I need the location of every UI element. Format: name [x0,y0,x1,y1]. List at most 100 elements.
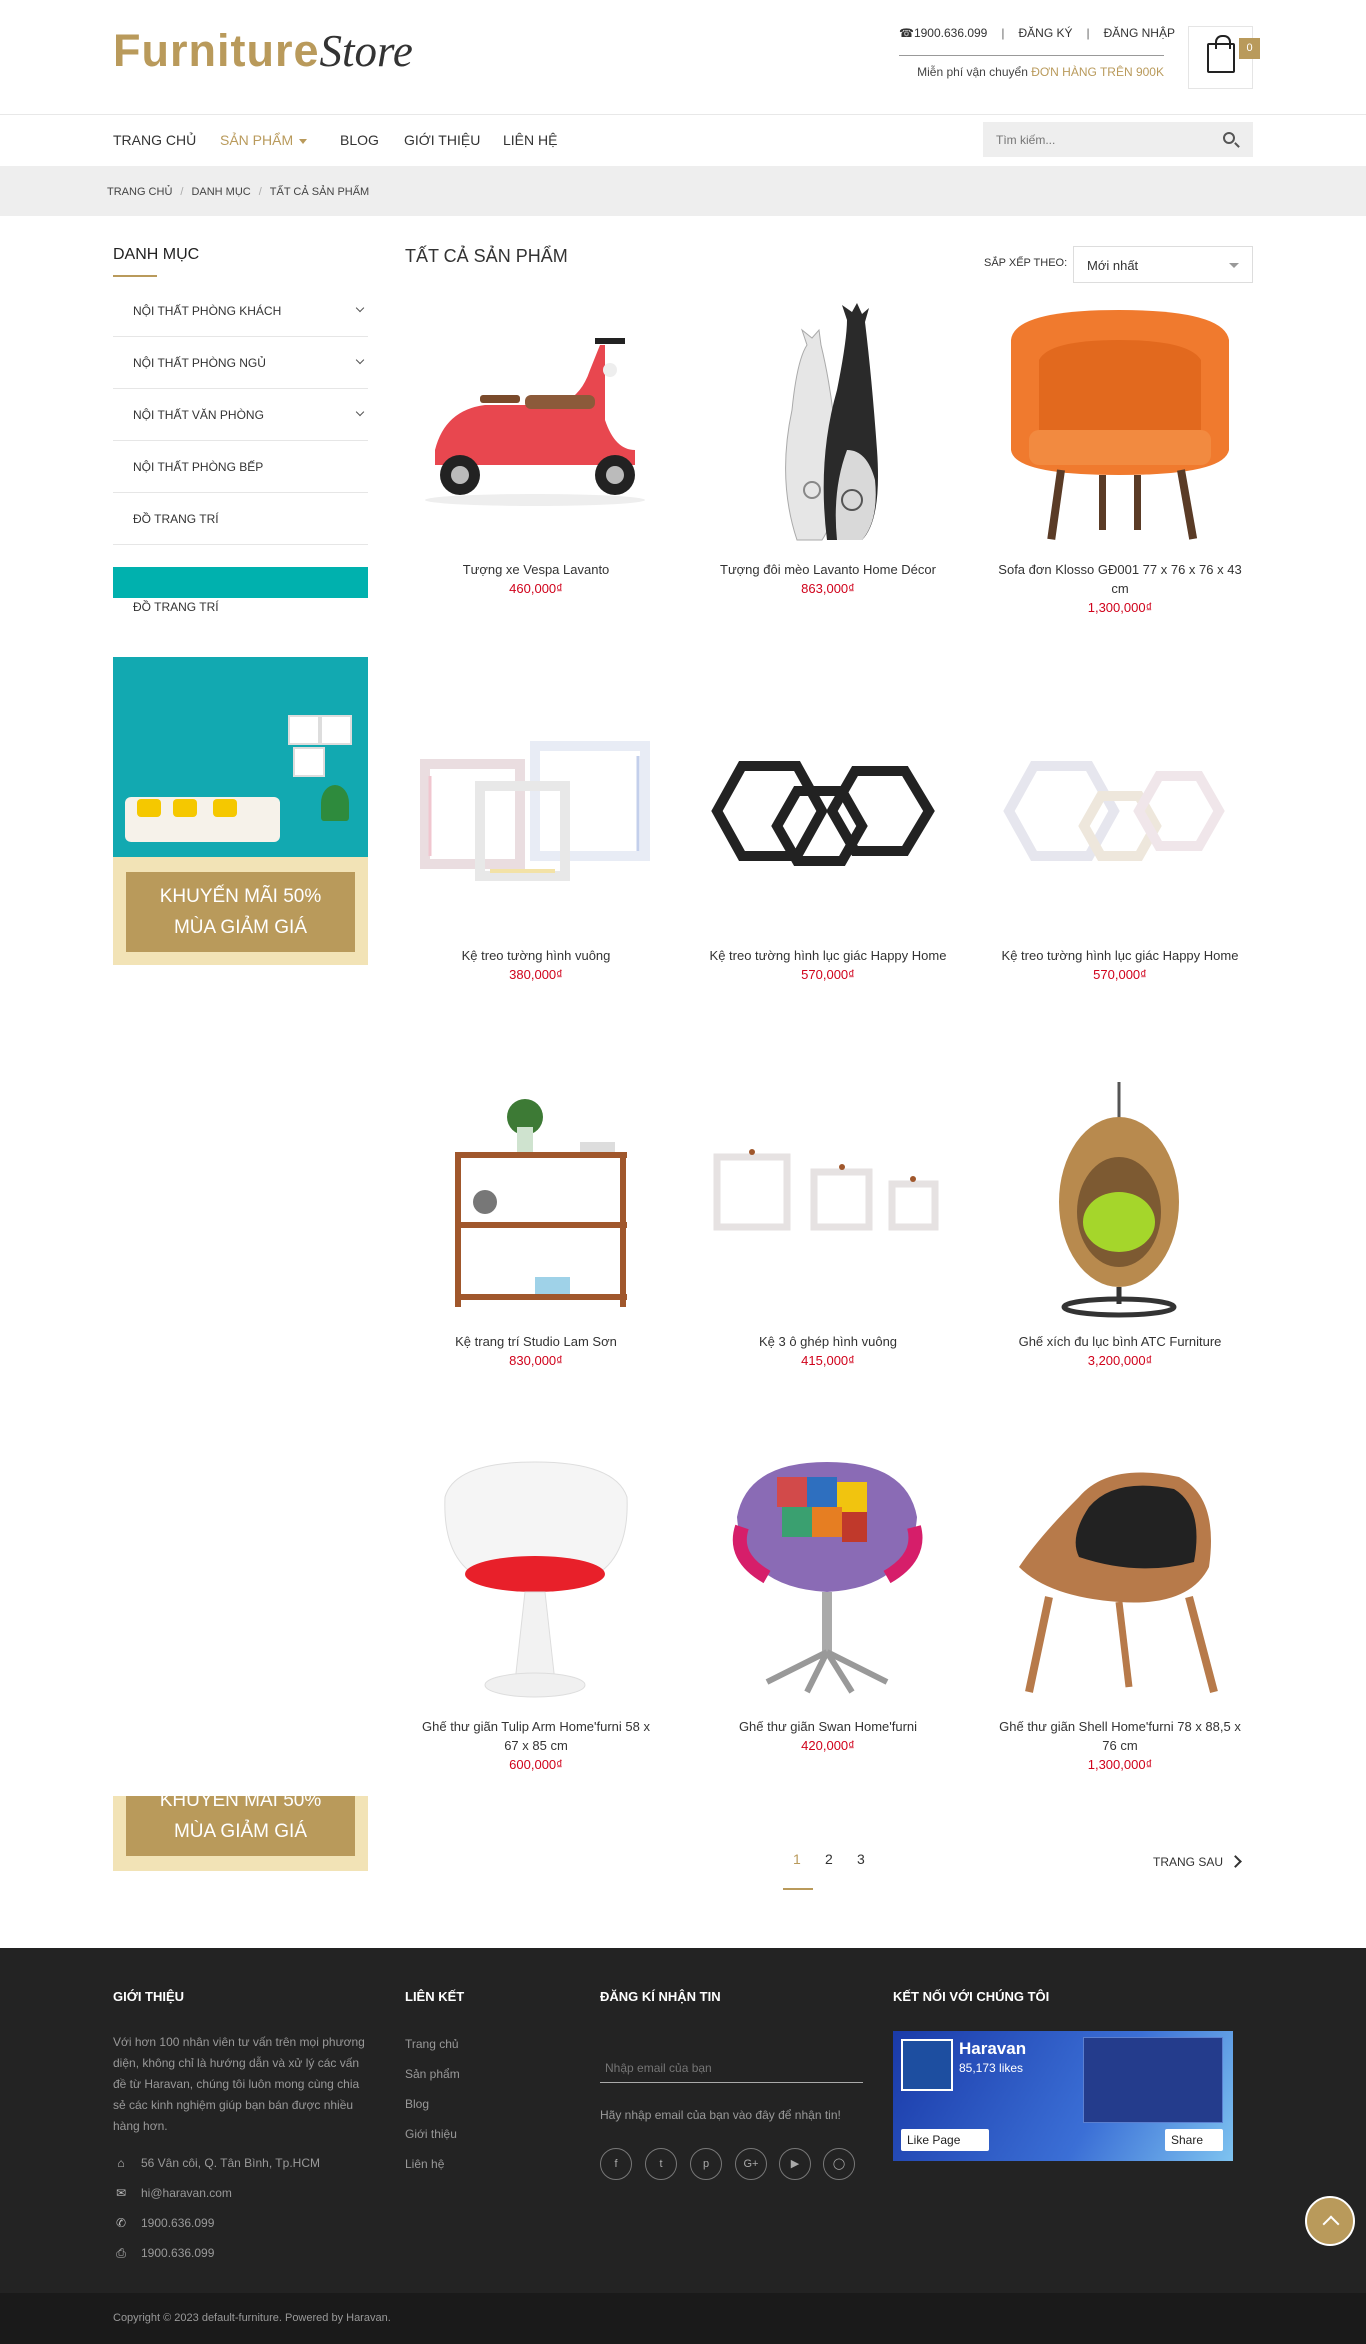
footer-link-about[interactable]: Giới thiệu [405,2127,457,2141]
sidebar-item-decor-extra[interactable]: ĐỒ TRANG TRÍ [133,600,219,614]
product-name[interactable]: Kệ treo tường hình lục giác Happy Home [697,946,959,965]
promo-banner-sticky[interactable]: KHUYẾN MÃI 50% MÙA GIẢM GIÁ [113,1796,368,1871]
footer-link-products[interactable]: Sản phẩm [405,2067,460,2081]
breadcrumb-category[interactable]: DANH MỤC [191,186,250,198]
footer-email-text[interactable]: hi@haravan.com [141,2186,232,2200]
chevron-down-icon[interactable] [355,407,365,417]
product-name[interactable]: Ghế thư giãn Tulip Arm Home'furni 58 x 6… [405,1717,667,1755]
product-card[interactable]: Tượng xe Vespa Lavanto 460,000₫ [405,300,667,598]
pinterest-icon[interactable]: p [690,2148,722,2180]
register-link[interactable]: ĐĂNG KÝ [1018,26,1072,40]
sidebar-item-bedroom[interactable]: NỘI THẤT PHÒNG NGỦ [113,337,368,389]
three-box-shelf-image[interactable] [697,1072,959,1322]
product-card[interactable]: Sofa đơn Klosso GĐ001 77 x 76 x 76 x 43 … [989,300,1251,617]
product-card[interactable]: Ghế xích đu lục bình ATC Furniture 3,200… [989,1072,1251,1370]
promo-shelf [293,747,325,777]
product-card[interactable]: Kệ treo tường hình vuông 380,000₫ [405,686,667,984]
chevron-down-icon[interactable] [355,355,365,365]
swan-chair-image[interactable] [697,1457,959,1707]
facebook-icon[interactable]: f [600,2148,632,2180]
newsletter-email-input[interactable] [600,2053,863,2083]
nav-item-about[interactable]: GIỚI THIỆU [404,132,480,148]
next-page-link[interactable]: TRANG SAU [1153,1855,1242,1869]
footer-phone[interactable]: ✆ 1900.636.099 [113,2216,214,2230]
sidebar-item-kitchen[interactable]: NỘI THẤT PHÒNG BẾP [113,441,368,493]
product-card[interactable]: Kệ 3 ô ghép hình vuông 415,000₫ [697,1072,959,1370]
chevron-down-icon[interactable] [355,303,365,313]
product-name[interactable]: Tượng xe Vespa Lavanto [405,560,667,579]
product-price: 415,000₫ [801,1353,855,1368]
page-title: TẤT CẢ SẢN PHẨM [405,246,568,266]
product-name[interactable]: Kệ trang trí Studio Lam Sơn [405,1332,667,1351]
nav-item-blog[interactable]: BLOG [340,132,379,148]
hanging-chair-image[interactable] [989,1072,1251,1322]
armchair-image[interactable] [989,300,1251,550]
search-input[interactable] [983,122,1208,157]
promo-banner[interactable]: KHUYẾN MÃI 50% MÙA GIẢM GIÁ [113,657,368,965]
facebook-page-widget[interactable]: Haravan 85,173 likes Like Page Share [893,2031,1233,2161]
product-card[interactable]: Tượng đôi mèo Lavanto Home Décor 863,000… [697,300,959,598]
nav-item-contact[interactable]: LIÊN HỆ [503,132,557,148]
product-name[interactable]: Ghế thư giãn Swan Home'furni [697,1717,959,1736]
twitter-icon[interactable]: t [645,2148,677,2180]
product-name[interactable]: Kệ treo tường hình lục giác Happy Home [989,946,1251,965]
page-3-link[interactable]: 3 [857,1851,865,1867]
footer-email[interactable]: ✉ hi@haravan.com [113,2186,232,2200]
footer-phone-text[interactable]: 1900.636.099 [141,2216,214,2230]
nav-item-products[interactable]: SẢN PHẨM [220,132,308,148]
product-card[interactable]: Ghế thư giãn Shell Home'furni 78 x 88,5 … [989,1457,1251,1774]
shell-chair-image[interactable] [989,1457,1251,1707]
site-footer: GIỚI THIỆU Với hơn 100 nhân viên tư vấn … [0,1948,1366,2293]
copyright-text: Copyright © 2023 default-furniture. Powe… [113,2312,391,2324]
copyright-bar: Copyright © 2023 default-furniture. Powe… [0,2293,1366,2344]
wooden-shelf-image[interactable] [405,1072,667,1322]
hexagon-shelf-white-image[interactable] [989,686,1251,936]
footer-fax: ⎙ 1900.636.099 [113,2246,214,2261]
google-plus-icon[interactable]: G+ [735,2148,767,2180]
product-name[interactable]: Kệ 3 ô ghép hình vuông [697,1332,959,1351]
login-link[interactable]: ĐĂNG NHẬP [1104,26,1175,40]
promo-text-box: KHUYẾN MÃI 50% MÙA GIẢM GIÁ [126,872,355,952]
product-name[interactable]: Tượng đôi mèo Lavanto Home Décor [697,560,959,579]
breadcrumb-separator: / [258,186,262,198]
instagram-icon[interactable]: ◯ [823,2148,855,2180]
tulip-chair-image[interactable] [405,1457,667,1707]
sidebar-item-living-room[interactable]: NỘI THẤT PHÒNG KHÁCH [113,285,368,337]
footer-fax-text: 1900.636.099 [141,2246,215,2260]
product-card[interactable]: Ghế thư giãn Swan Home'furni 420,000₫ [697,1457,959,1755]
breadcrumb-home[interactable]: TRANG CHỦ [107,186,172,198]
product-price: 570,000₫ [1093,967,1147,982]
youtube-icon[interactable]: ▶ [779,2148,811,2180]
facebook-share-button[interactable]: Share [1165,2129,1223,2151]
promo-line2: MÙA GIẢM GIÁ [173,917,308,938]
square-shelf-image[interactable] [405,686,667,936]
product-name[interactable]: Ghế xích đu lục bình ATC Furniture [989,1332,1251,1351]
sidebar-item-decor[interactable]: ĐỒ TRANG TRÍ [113,493,368,545]
product-card[interactable]: Kệ treo tường hình lục giác Happy Home 5… [697,686,959,984]
facebook-like-button[interactable]: Like Page [901,2129,989,2151]
vespa-image[interactable] [405,300,667,550]
page-1-link[interactable]: 1 [793,1851,801,1867]
hexagon-shelf-black-image[interactable] [697,686,959,936]
product-name[interactable]: Ghế thư giãn Shell Home'furni 78 x 88,5 … [989,1717,1251,1755]
product-name[interactable]: Sofa đơn Klosso GĐ001 77 x 76 x 76 x 43 … [989,560,1251,598]
product-card[interactable]: Ghế thư giãn Tulip Arm Home'furni 58 x 6… [405,1457,667,1774]
promo-line2: MÙA GIẢM GIÁ [173,1821,308,1842]
footer-link-home[interactable]: Trang chủ [405,2037,459,2051]
page-2-link[interactable]: 2 [825,1851,833,1867]
phone-link[interactable]: ☎1900.636.099 [899,26,987,40]
footer-link-blog[interactable]: Blog [405,2097,429,2111]
sidebar-item-office[interactable]: NỘI THẤT VĂN PHÒNG [113,389,368,441]
product-price: 863,000₫ [801,581,855,596]
sort-select[interactable]: Mới nhất [1073,246,1253,283]
back-to-top-button[interactable] [1305,2196,1355,2246]
product-name[interactable]: Kệ treo tường hình vuông [405,946,667,965]
nav-item-home[interactable]: TRANG CHỦ [113,132,196,148]
facebook-page-name[interactable]: Haravan [959,2039,1026,2059]
product-card[interactable]: Kệ trang trí Studio Lam Sơn 830,000₫ [405,1072,667,1370]
search-icon[interactable] [1223,132,1235,144]
footer-link-contact[interactable]: Liên hệ [405,2157,444,2171]
site-logo[interactable]: FurnitureStore [113,26,413,77]
product-card[interactable]: Kệ treo tường hình lục giác Happy Home 5… [989,686,1251,984]
cat-figurine-image[interactable] [697,300,959,550]
